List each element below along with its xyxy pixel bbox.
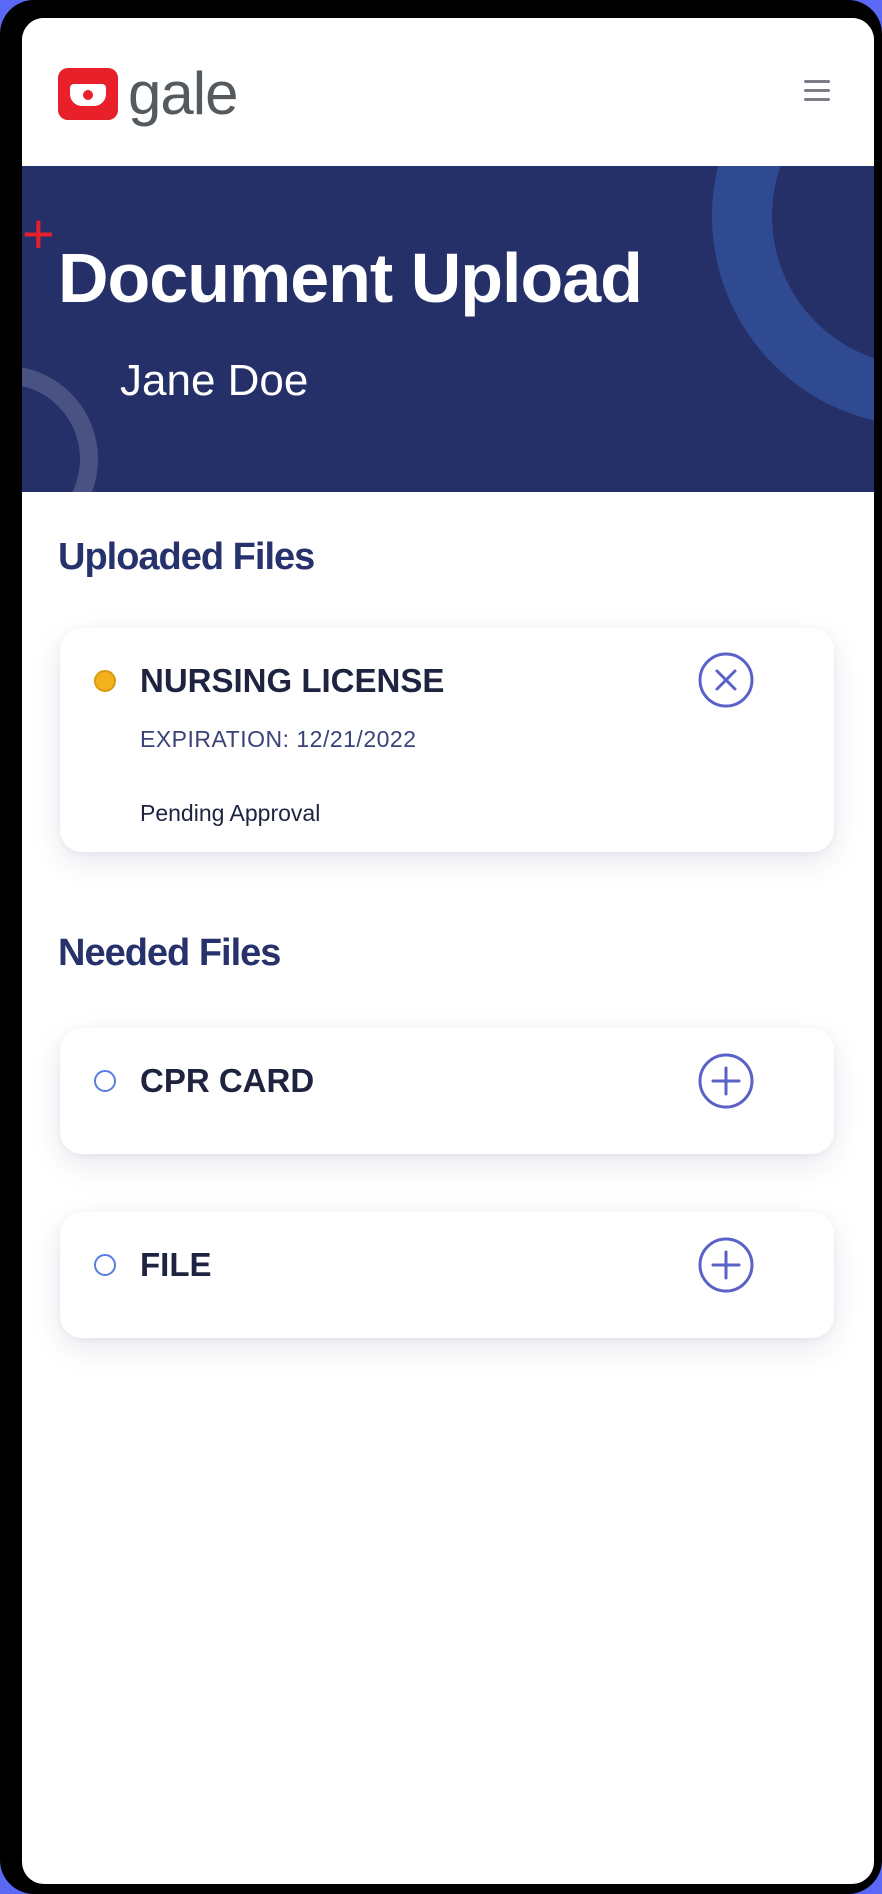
file-name: FILE	[140, 1246, 212, 1283]
gale-logo[interactable]: gale	[58, 60, 238, 127]
add-file-button[interactable]	[698, 1053, 754, 1109]
hero-banner: + Document Upload Jane Doe	[22, 166, 874, 492]
plus-decoration-icon: +	[22, 202, 55, 265]
uploaded-file-card[interactable]: NURSING LICENSE EXPIRATION: 12/21/2022 P…	[60, 628, 834, 852]
decorative-ring	[22, 366, 98, 492]
status-dot-pending	[94, 670, 116, 692]
file-expiration: EXPIRATION: 12/21/2022	[140, 726, 417, 752]
remove-file-button[interactable]	[698, 652, 754, 708]
top-bar: gale	[22, 18, 874, 166]
page-title: Document Upload	[58, 239, 643, 317]
add-circle-icon	[698, 1053, 754, 1109]
file-status: Pending Approval	[140, 800, 321, 826]
app-screen: gale + Document Upload Jane Doe Uploaded…	[22, 18, 874, 1884]
needed-file-card[interactable]: CPR CARD	[60, 1028, 834, 1154]
nurse-cap-icon	[58, 68, 118, 120]
add-circle-icon	[698, 1237, 754, 1293]
uploaded-files-heading: Uploaded Files	[58, 536, 315, 578]
add-file-button[interactable]	[698, 1237, 754, 1293]
phone-frame: gale + Document Upload Jane Doe Uploaded…	[0, 0, 882, 1894]
needed-file-card[interactable]: FILE	[60, 1212, 834, 1338]
remove-circle-icon	[698, 652, 754, 708]
status-dot-empty	[94, 1254, 116, 1276]
brand-name: gale	[128, 60, 238, 127]
decorative-ring	[712, 166, 874, 426]
hamburger-menu-icon[interactable]	[804, 80, 830, 104]
status-dot-empty	[94, 1070, 116, 1092]
needed-files-heading: Needed Files	[58, 932, 281, 974]
user-name: Jane Doe	[120, 356, 309, 405]
file-name: NURSING LICENSE	[140, 662, 445, 699]
file-name: CPR CARD	[140, 1062, 315, 1099]
